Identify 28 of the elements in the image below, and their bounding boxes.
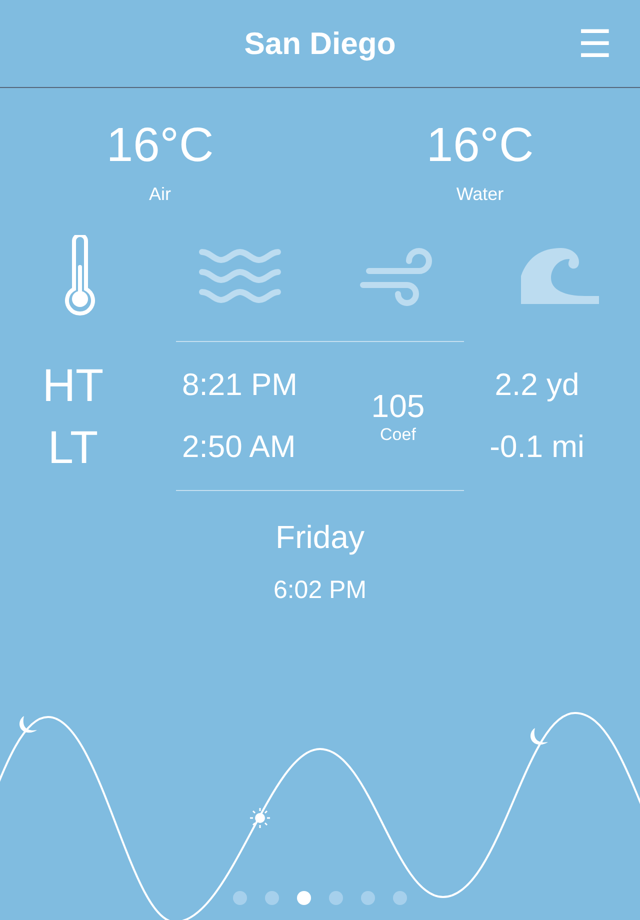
coefficient-value: 105 [371,388,425,424]
temperature-value: 16°C [106,118,214,174]
tide-height: -0.1 mi [490,428,584,466]
page-dot[interactable] [329,891,343,905]
page-dot[interactable] [393,891,407,905]
tide-label: HT [42,358,104,413]
tide-time: 2:50 AM [182,428,297,466]
wave-icon [519,246,601,306]
page-dot[interactable] [361,891,375,905]
temperature-label: Air [149,184,171,205]
temperature-label: Water [456,184,504,205]
coefficient-label: Coef [380,424,416,444]
day-label: Friday [276,519,364,556]
tide-time: 8:21 PM [182,366,298,404]
page-dot[interactable] [233,891,247,905]
temperature-value: 16°C [426,118,534,174]
tide-label: LT [48,420,98,475]
thermometer-icon [63,235,97,317]
waves-icon [199,246,281,306]
page-dot[interactable] [297,891,311,905]
sun-icon [249,807,271,829]
city-title: San Diego [244,26,396,62]
current-time: 6:02 PM [273,576,367,605]
tide-height: 2.2 yd [494,366,580,404]
moon-icon [530,728,548,745]
menu-button[interactable]: ☰ [578,22,612,66]
page-dot[interactable] [265,891,279,905]
moon-icon [20,716,37,733]
